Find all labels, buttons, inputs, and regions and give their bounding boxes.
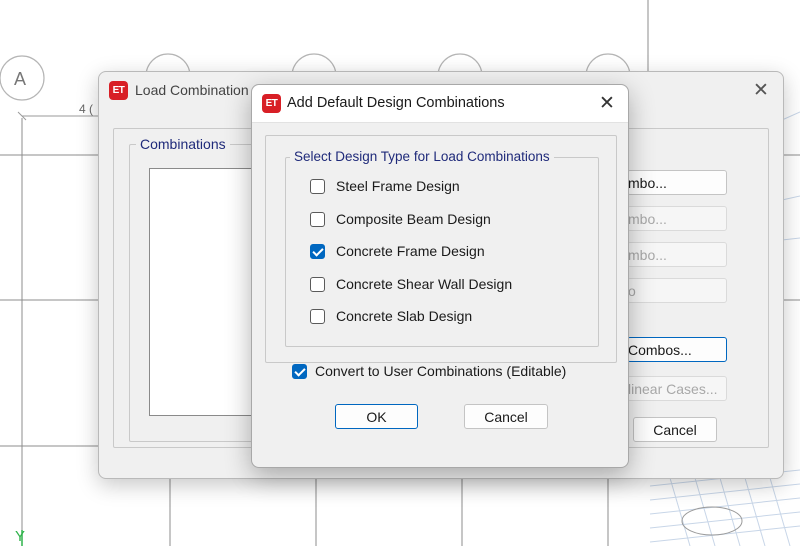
load-combinations-title: Load Combination [135, 82, 249, 98]
checkbox-checked[interactable] [292, 364, 307, 379]
combinations-list[interactable] [149, 168, 255, 416]
combinations-group-label: Combinations [136, 136, 230, 152]
add-default-design-combos-button[interactable]: Combos... [627, 337, 727, 362]
dimension-label: 4 ( [79, 102, 93, 116]
option-label: Convert to User Combinations (Editable) [315, 363, 567, 379]
checkbox[interactable] [310, 309, 325, 324]
dialog-title: Add Default Design Combinations [287, 95, 505, 111]
close-icon[interactable]: ✕ [597, 94, 617, 114]
delete-combo-button[interactable]: o [627, 278, 727, 303]
convert-nonlinear-cases-button[interactable]: linear Cases... [627, 376, 727, 401]
checkbox-checked[interactable] [310, 244, 325, 259]
option-label: Concrete Frame Design [336, 243, 485, 259]
checkbox[interactable] [310, 179, 325, 194]
option-label: Concrete Shear Wall Design [336, 276, 513, 292]
cancel-button[interactable]: Cancel [464, 404, 548, 429]
option-label: Steel Frame Design [336, 178, 460, 194]
y-axis-label: Y [15, 528, 25, 545]
close-icon[interactable]: ✕ [751, 81, 771, 101]
ok-button[interactable]: OK [335, 404, 418, 429]
add-copy-combo-button[interactable]: mbo... [627, 206, 727, 231]
checkbox[interactable] [310, 277, 325, 292]
modify-combo-button[interactable]: mbo... [627, 242, 727, 267]
etabs-app-icon: ET [262, 94, 281, 113]
etabs-app-icon: ET [109, 81, 128, 100]
add-new-combo-button[interactable]: mbo... [627, 170, 727, 195]
option-label: Composite Beam Design [336, 211, 491, 227]
option-label: Concrete Slab Design [336, 308, 473, 324]
add-default-design-combinations-dialog: ET Add Default Design Combinations ✕ Sel… [251, 84, 629, 468]
design-type-group-label: Select Design Type for Load Combinations [290, 149, 554, 164]
grid-bubble-label: A [14, 69, 26, 89]
dialog-titlebar[interactable]: ET Add Default Design Combinations ✕ [252, 85, 628, 123]
checkbox[interactable] [310, 212, 325, 227]
parent-cancel-button[interactable]: Cancel [633, 417, 717, 442]
